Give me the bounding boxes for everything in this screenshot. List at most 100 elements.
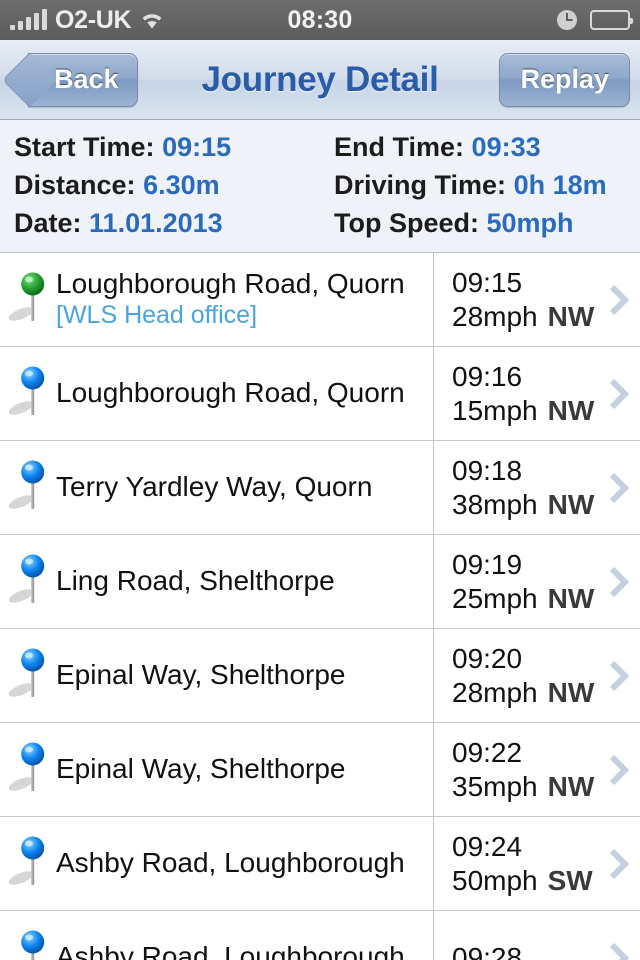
waypoint-location-cell: Loughborough Road, Quorn (0, 347, 434, 440)
chevron-right-icon[interactable] (606, 471, 632, 505)
chevron-right-icon[interactable] (606, 847, 632, 881)
waypoint-time: 09:16 (452, 360, 523, 392)
table-row[interactable]: Terry Yardley Way, Quorn 09:18 38mph NW (0, 441, 640, 535)
table-row[interactable]: Epinal Way, Shelthorpe 09:22 35mph NW (0, 723, 640, 817)
waypoint-time: 09:24 (452, 830, 523, 862)
waypoint-address-block: Terry Yardley Way, Quorn (56, 471, 372, 503)
chevron-right-icon[interactable] (606, 565, 632, 599)
waypoint-address-block: Ling Road, Shelthorpe (56, 565, 335, 597)
waypoint-metrics-cell: 09:15 28mph NW (434, 253, 640, 346)
waypoint-address: Epinal Way, Shelthorpe (56, 753, 346, 785)
waypoint-metrics: 09:19 25mph NW (452, 548, 594, 615)
chevron-right-icon[interactable] (606, 377, 632, 411)
waypoint-speed-direction: 38mph NW (452, 488, 594, 522)
waypoint-address: Loughborough Road, Quorn (56, 267, 405, 299)
status-bar-left: O2-UK (10, 7, 165, 33)
waypoint-time: 09:28 (452, 941, 523, 960)
waypoint-map-pin-icon (8, 833, 52, 895)
waypoint-metrics-cell: 09:18 38mph NW (434, 441, 640, 534)
waypoint-address-block: Ashby Road, Loughborough (56, 847, 405, 879)
waypoint-map-pin-icon (8, 457, 52, 519)
table-row[interactable]: Loughborough Road, Quorn 09:16 15mph NW (0, 347, 640, 441)
waypoint-time: 09:18 (452, 454, 523, 486)
waypoint-metrics-cell: 09:16 15mph NW (434, 347, 640, 440)
waypoint-metrics: 09:22 35mph NW (452, 736, 594, 803)
waypoint-time: 09:22 (452, 736, 523, 768)
start-time-field: Start Time: 09:15 (0, 132, 330, 163)
waypoint-speed-direction: 28mph NW (452, 300, 594, 334)
waypoint-address-block: Loughborough Road, Quorn [WLS Head office… (56, 268, 405, 331)
chevron-right-icon[interactable] (606, 941, 632, 960)
waypoint-address-block: Ashby Road, Loughborough (56, 941, 405, 960)
driving-time-field: Driving Time: 0h 18m (330, 170, 607, 201)
waypoint-address: Ashby Road, Loughborough (56, 847, 405, 879)
waypoint-speed: 28mph (452, 676, 538, 708)
waypoint-direction: NW (547, 488, 595, 520)
waypoint-metrics-cell: 09:28 (434, 911, 640, 960)
navigation-bar: Back Journey Detail Replay (0, 40, 640, 120)
waypoint-metrics: 09:28 (452, 941, 522, 960)
summary-row-distance: Distance: 6.30m Driving Time: 0h 18m (0, 166, 640, 204)
table-row[interactable]: Ling Road, Shelthorpe 09:19 25mph NW (0, 535, 640, 629)
date-field: Date: 11.01.2013 (0, 208, 330, 239)
table-row[interactable]: Loughborough Road, Quorn [WLS Head office… (0, 253, 640, 347)
journey-detail-screen: O2-UK 08:30 Back Journey Detail Replay S… (0, 0, 640, 960)
waypoint-metrics: 09:20 28mph NW (452, 642, 594, 709)
clock-icon (556, 9, 578, 31)
waypoint-direction: NW (547, 770, 595, 802)
battery-icon (590, 10, 633, 30)
waypoint-speed: 15mph (452, 394, 538, 426)
waypoint-address: Terry Yardley Way, Quorn (56, 471, 373, 503)
waypoint-time: 09:19 (452, 548, 523, 580)
waypoint-map-pin-icon (8, 645, 52, 707)
end-time-field: End Time: 09:33 (330, 132, 541, 163)
status-bar: O2-UK 08:30 (0, 0, 640, 40)
table-row[interactable]: Ashby Road, Loughborough 09:24 50mph SW (0, 817, 640, 911)
waypoint-location-cell: Terry Yardley Way, Quorn (0, 441, 434, 534)
waypoint-metrics: 09:18 38mph NW (452, 454, 594, 521)
driving-time-value: 0h 18m (513, 169, 607, 200)
waypoint-direction: NW (547, 676, 595, 708)
wifi-icon (139, 10, 165, 30)
top-speed-value: 50mph (486, 207, 574, 238)
waypoint-metrics-cell: 09:22 35mph NW (434, 723, 640, 816)
waypoint-speed-direction: 35mph NW (452, 770, 594, 804)
waypoint-speed-direction: 15mph NW (452, 394, 594, 428)
waypoint-map-pin-icon (8, 551, 52, 613)
waypoint-speed: 38mph (452, 488, 538, 520)
end-time-value: 09:33 (471, 131, 541, 162)
end-time-label: End Time: (334, 131, 465, 162)
chevron-right-icon[interactable] (606, 283, 632, 317)
waypoint-location-cell: Ashby Road, Loughborough (0, 911, 434, 960)
status-bar-right (556, 9, 633, 31)
waypoint-map-pin-icon (8, 927, 52, 960)
waypoint-metrics-cell: 09:20 28mph NW (434, 629, 640, 722)
driving-time-label: Driving Time: (334, 169, 507, 200)
waypoint-speed: 28mph (452, 300, 538, 332)
replay-button[interactable]: Replay (499, 52, 630, 107)
top-speed-label: Top Speed: (334, 207, 479, 238)
table-row[interactable]: Ashby Road, Loughborough 09:28 (0, 911, 640, 960)
waypoint-direction: NW (547, 394, 595, 426)
waypoint-metrics: 09:15 28mph NW (452, 266, 594, 333)
date-value: 11.01.2013 (89, 207, 223, 238)
waypoint-speed-direction: 28mph NW (452, 676, 594, 710)
back-button[interactable]: Back (28, 52, 138, 107)
waypoint-direction: SW (547, 864, 593, 896)
waypoint-direction: NW (547, 582, 595, 614)
table-row[interactable]: Epinal Way, Shelthorpe 09:20 28mph NW (0, 629, 640, 723)
waypoint-map-pin-icon (8, 739, 52, 801)
waypoint-location-cell: Loughborough Road, Quorn [WLS Head office… (0, 253, 434, 346)
date-label: Date: (14, 207, 82, 238)
waypoint-speed: 25mph (452, 582, 538, 614)
journey-waypoint-list: Loughborough Road, Quorn [WLS Head office… (0, 253, 640, 960)
top-speed-field: Top Speed: 50mph (330, 208, 574, 239)
chevron-right-icon[interactable] (606, 753, 632, 787)
waypoint-location-cell: Epinal Way, Shelthorpe (0, 723, 434, 816)
chevron-right-icon[interactable] (606, 659, 632, 693)
waypoint-time: 09:15 (452, 266, 523, 298)
waypoint-address: Epinal Way, Shelthorpe (56, 659, 346, 691)
waypoint-time: 09:20 (452, 642, 523, 674)
distance-value: 6.30m (143, 169, 220, 200)
waypoint-speed: 35mph (452, 770, 538, 802)
